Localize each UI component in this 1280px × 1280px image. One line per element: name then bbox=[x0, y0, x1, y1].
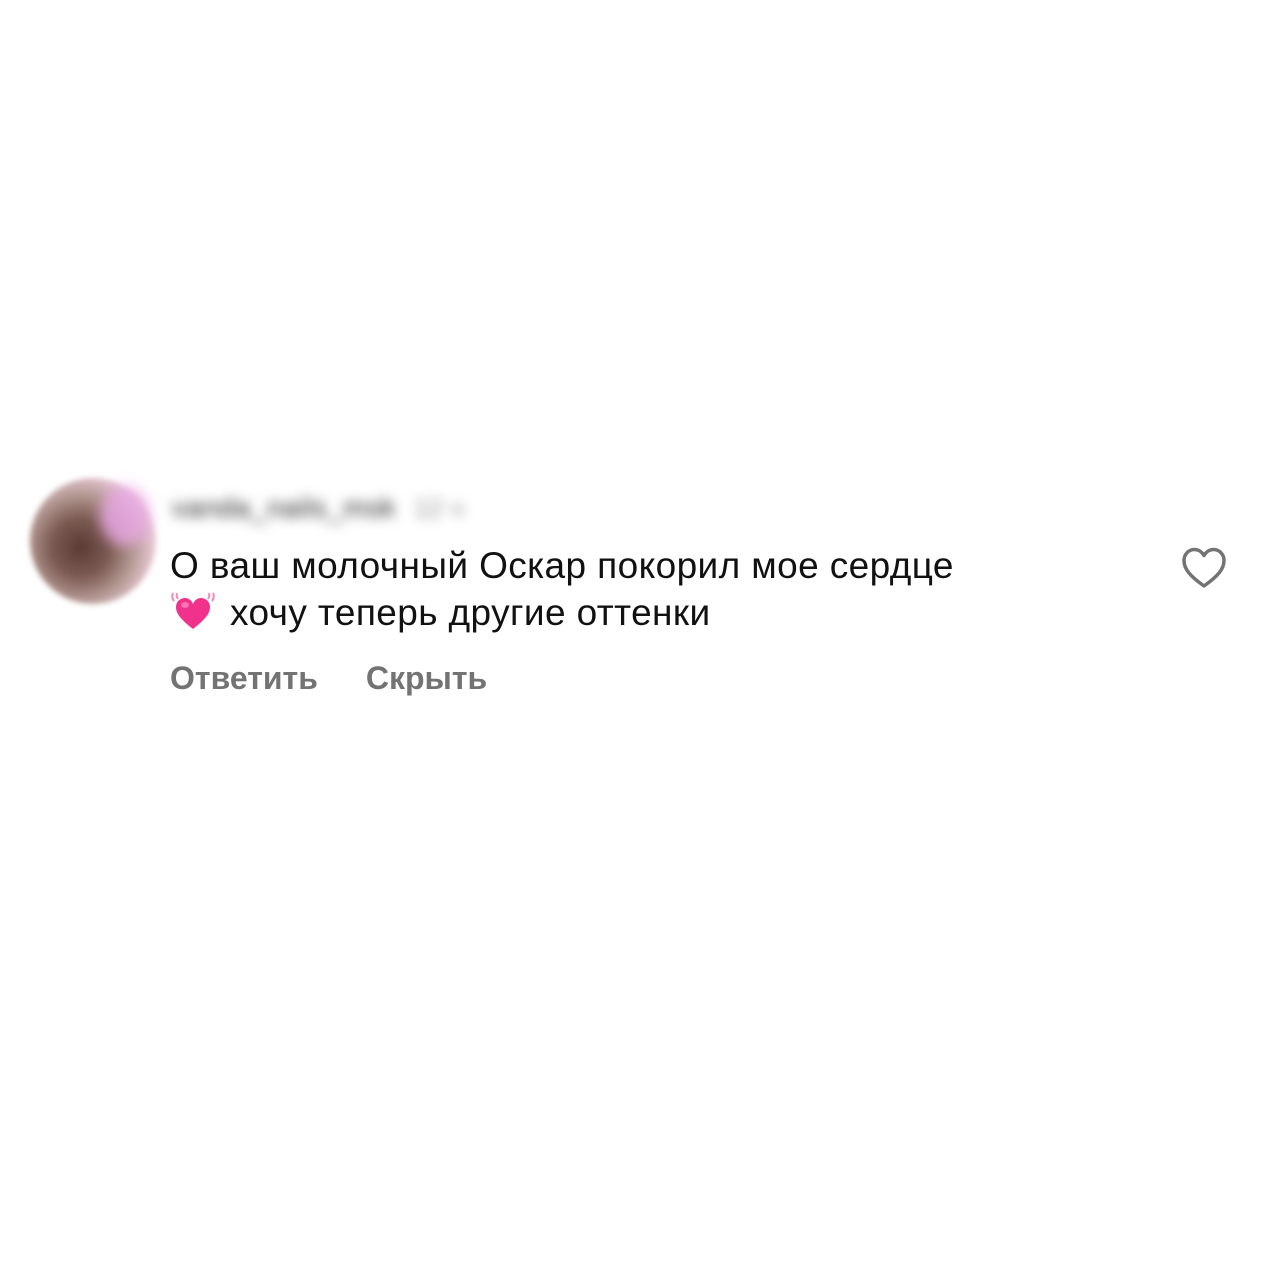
comment-item: vanda_nails_msk 12 ч О ваш молочный Оска… bbox=[0, 0, 1280, 1280]
comment-time: 12 ч bbox=[413, 492, 464, 523]
reply-button[interactable]: Ответить bbox=[170, 660, 318, 697]
comment-text-line1: О ваш молочный Оскар покорил мое сердце bbox=[170, 545, 954, 586]
comment-actions: Ответить Скрыть bbox=[170, 660, 487, 697]
hide-button[interactable]: Скрыть bbox=[366, 660, 487, 697]
beating-heart-icon bbox=[170, 591, 216, 631]
username[interactable]: vanda_nails_msk bbox=[172, 492, 396, 524]
comment-header: vanda_nails_msk 12 ч bbox=[172, 492, 464, 524]
comment-text: О ваш молочный Оскар покорил мое сердце … bbox=[170, 542, 1130, 636]
comment-text-line2: хочу теперь другие оттенки bbox=[230, 592, 711, 633]
avatar[interactable] bbox=[30, 478, 156, 604]
heart-outline-icon[interactable] bbox=[1180, 546, 1228, 590]
